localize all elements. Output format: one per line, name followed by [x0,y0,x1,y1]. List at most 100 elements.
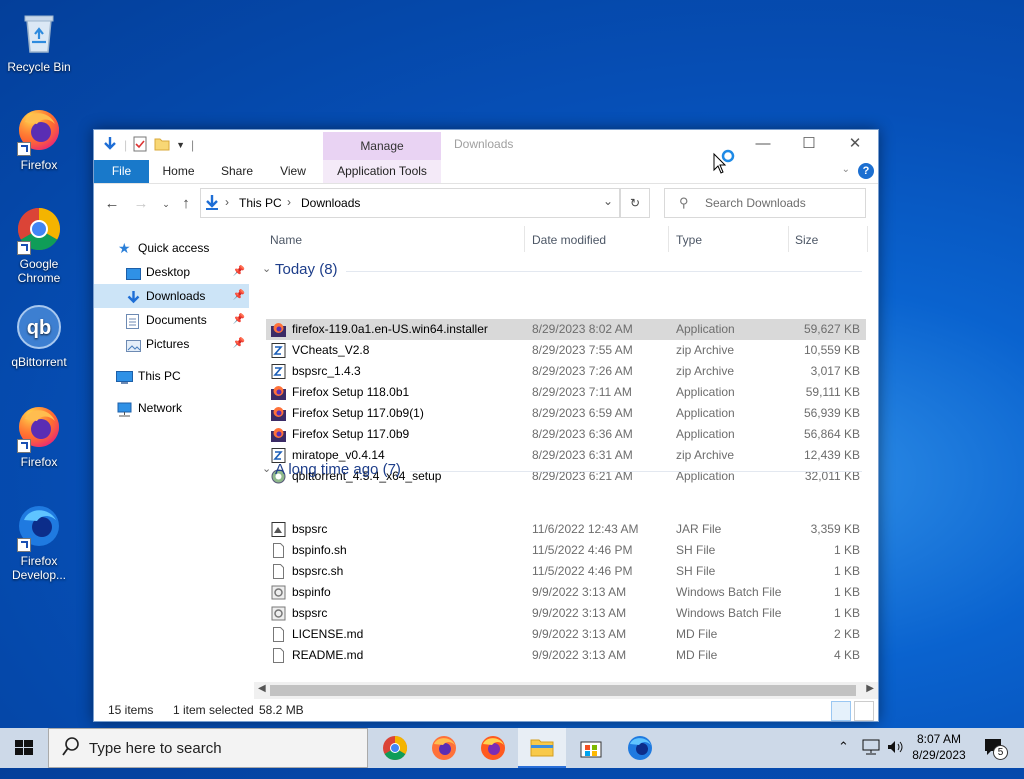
file-row[interactable]: README.md 9/9/2022 3:13 AM MD File 4 KB [266,645,866,666]
file-row[interactable]: Firefox Setup 117.0b9 8/29/2023 6:36 AM Ap… [266,424,866,445]
details-view-button[interactable] [831,701,851,721]
file-size: 56,939 KB [803,406,860,420]
network-icon [116,401,132,417]
back-button[interactable]: ← [102,194,122,214]
desktop-icon-recycle-bin[interactable]: Recycle Bin [6,8,72,74]
maximize-button[interactable]: ☐ [786,130,832,158]
taskbar-firefox-nightly[interactable] [469,728,517,768]
file-row[interactable]: bspsrc.sh 11/5/2022 4:46 PM SH File 1 KB [266,561,866,582]
nav-network[interactable]: Network [94,396,249,420]
forward-button[interactable]: → [131,194,151,214]
column-header-date-modified[interactable]: Date modified [532,233,606,247]
volume-icon[interactable] [886,738,904,778]
taskbar-firefox-developer[interactable] [616,728,664,768]
customize-toolbar-icon[interactable]: ▼ [176,140,185,150]
search-box[interactable]: ⚲ Search Downloads [664,188,866,218]
address-bar[interactable]: › This PC › Downloads ⌄ [200,188,620,218]
taskbar-chrome[interactable] [371,728,419,768]
file-row[interactable]: bspinfo.sh 11/5/2022 4:46 PM SH File 1 KB [266,540,866,561]
new-folder-icon[interactable] [154,136,170,154]
nav-downloads[interactable]: Downloads 📌 [94,284,249,308]
breadcrumb-this-pc[interactable]: This PC [239,196,282,210]
scroll-left-icon[interactable]: ◀ [258,683,266,694]
file-date-modified: 9/9/2022 3:13 AM [532,648,627,662]
file-date-modified: 8/29/2023 7:11 AM [532,385,632,399]
file-name: bspsrc [292,606,328,620]
network-tray-icon[interactable] [862,738,880,778]
file-row[interactable]: Firefox Setup 118.0b1 8/29/2023 7:11 AM Ap… [266,382,866,403]
breadcrumb-downloads[interactable]: Downloads [301,196,360,210]
show-hidden-icons[interactable]: ⌃ [838,739,849,779]
tab-file[interactable]: File [94,160,149,183]
file-name: bspsrc_1.4.3 [292,364,361,378]
large-icons-view-button[interactable] [854,701,874,721]
ribbon-expand-icon[interactable]: ⌄ [842,164,850,175]
file-row[interactable]: Firefox Setup 117.0b9(1) 8/29/2023 6:59 A… [266,403,866,424]
file-name: bspinfo.sh [292,543,347,557]
group-header-today[interactable]: ⌄ Today (8) [260,261,864,281]
download-arrow-icon[interactable] [102,136,118,155]
pin-icon[interactable]: 📌 [233,260,245,284]
start-button[interactable] [0,728,48,768]
scrollbar-thumb[interactable] [270,685,856,696]
taskbar-search-placeholder: Type here to search [89,740,222,757]
column-header-size[interactable]: Size [795,233,818,247]
nav-documents[interactable]: Documents 📌 [94,308,249,332]
notification-center-icon[interactable]: 5 [983,736,1008,776]
file-row[interactable]: bspsrc 11/6/2022 12:43 AM JAR File 3,359 KB [266,519,866,540]
address-history-dropdown[interactable]: ⌄ [603,194,613,208]
up-button[interactable]: ↑ [176,194,196,214]
help-icon[interactable]: ? [858,163,874,179]
file-row[interactable]: VCheats_V2.8 8/29/2023 7:55 AM zip Archive… [266,340,866,361]
file-size: 1 KB [833,585,860,599]
system-clock[interactable]: 8:07 AM 8/29/2023 [906,731,972,763]
nav-quick-access[interactable]: ★ Quick access [94,236,249,260]
file-type: Application [676,322,735,336]
taskbar: Type here to search ⌃ 8:07 AM 8/29/2023 … [0,728,1024,768]
file-row[interactable]: bspsrc_1.4.3 8/29/2023 7:26 AM zip Archive… [266,361,866,382]
refresh-button[interactable]: ↻ [620,188,650,218]
tab-home[interactable]: Home [156,160,201,183]
desktop-icon-firefox[interactable]: Firefox [6,106,72,172]
nav-pictures[interactable]: Pictures 📌 [94,332,249,356]
nav-desktop[interactable]: Desktop 📌 [94,260,249,284]
file-type: MD File [676,648,718,662]
shortcut-arrow-icon [17,142,31,156]
taskbar-file-explorer[interactable] [518,728,566,768]
column-header-type[interactable]: Type [676,233,702,247]
manage-context-tab[interactable]: Manage [323,132,441,160]
desktop-icon-firefox-developer[interactable]: Firefox Develop... [6,502,72,582]
shortcut-arrow-icon [17,538,31,552]
file-name: Firefox Setup 117.0b9 [292,427,410,441]
taskbar-firefox[interactable] [420,728,468,768]
tab-application-tools[interactable]: Application Tools [323,160,441,183]
tab-share[interactable]: Share [214,160,260,183]
scroll-right-icon[interactable]: ▶ [866,683,874,694]
file-icon [271,564,286,579]
properties-icon[interactable] [133,136,148,155]
search-icon: ⚲ [679,195,689,210]
close-button[interactable]: ✕ [832,130,878,158]
taskbar-microsoft-store[interactable] [567,728,615,768]
quick-access-toolbar: | ▼ | [102,136,194,154]
pin-icon[interactable]: 📌 [233,332,245,356]
desktop-icon-qbittorrent[interactable]: qb qBittorrent [6,303,72,369]
tab-view[interactable]: View [270,160,316,183]
nav-this-pc[interactable]: This PC [94,364,249,388]
file-row[interactable]: firefox-119.0a1.en-US.win64.installer 8/2… [266,319,866,340]
file-icon [271,543,286,558]
pin-icon[interactable]: 📌 [233,284,245,308]
taskbar-search-box[interactable]: Type here to search [48,728,368,768]
desktop-icon-google-chrome[interactable]: Google Chrome [6,205,72,285]
file-row[interactable]: bspinfo 9/9/2022 3:13 AM Windows Batch Fil… [266,582,866,603]
pin-icon[interactable]: 📌 [233,308,245,332]
desktop-icon-firefox-2[interactable]: Firefox [6,403,72,469]
column-header-name[interactable]: Name [270,233,302,247]
recent-locations-button[interactable]: ⌄ [156,194,176,214]
minimize-button[interactable]: — [740,130,786,158]
group-header-long-ago[interactable]: ⌄ A long time ago (7) [260,461,864,481]
busy-cursor-icon [713,148,739,177]
file-row[interactable]: LICENSE.md 9/9/2022 3:13 AM MD File 2 KB [266,624,866,645]
search-placeholder: Search Downloads [705,196,806,210]
file-row[interactable]: bspsrc 9/9/2022 3:13 AM Windows Batch File… [266,603,866,624]
